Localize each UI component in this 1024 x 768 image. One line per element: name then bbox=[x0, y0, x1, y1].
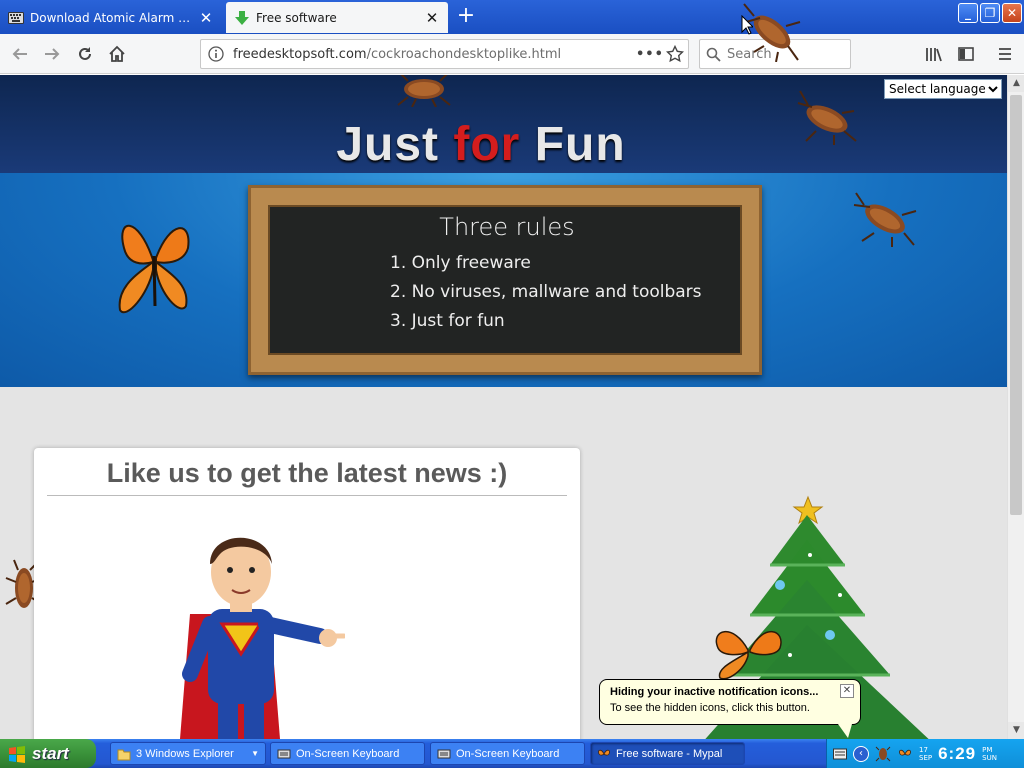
taskbar-item-label: 3 Windows Explorer bbox=[136, 747, 234, 760]
show-hidden-icons-button[interactable]: ‹ bbox=[853, 745, 869, 762]
taskbar: start 3 Windows Explorer ▼ On-Screen Key… bbox=[0, 739, 1024, 768]
back-arrow-icon bbox=[12, 48, 27, 60]
language-select[interactable]: Select language bbox=[884, 79, 1002, 99]
hamburger-menu-icon bbox=[999, 48, 1011, 60]
folder-icon bbox=[117, 749, 131, 760]
taskbar-item-free-software-mypal[interactable]: Free software - Mypal bbox=[590, 742, 745, 765]
taskbar-item-label: On-Screen Keyboard bbox=[456, 747, 560, 760]
keyboard-icon bbox=[8, 10, 24, 26]
scroll-down-icon[interactable]: ▼ bbox=[1008, 722, 1024, 739]
minimize-button[interactable]: _ bbox=[958, 3, 978, 23]
rules-list: 1. Only freeware 2. No viruses, mallware… bbox=[390, 249, 702, 336]
web-page: Just for Fun Select language Three rules… bbox=[0, 75, 1007, 739]
hero-title-word: Fun bbox=[534, 118, 626, 171]
mouse-cursor-icon bbox=[741, 15, 753, 35]
taskbar-item-onscreen-keyboard[interactable]: On-Screen Keyboard bbox=[270, 742, 425, 765]
navigation-bar: freedesktopsoft.com/cockroachondesktopli… bbox=[0, 34, 1024, 74]
news-title: Like us to get the latest news :) bbox=[47, 458, 567, 496]
url-path: /cockroachondesktoplike.html bbox=[366, 46, 562, 62]
balloon-text: To see the hidden icons, click this butt… bbox=[610, 702, 810, 714]
page-actions-button[interactable]: ••• bbox=[636, 47, 663, 62]
tab-atomic-alarm-clock[interactable]: Download Atomic Alarm Clock - Co ✕ bbox=[0, 2, 222, 33]
hero-title-word: Just bbox=[336, 118, 440, 171]
windows-logo-icon bbox=[9, 745, 25, 763]
clock-ampm-label: PM bbox=[982, 745, 993, 754]
taskbar-item-label: Free software - Mypal bbox=[616, 747, 723, 760]
clock-date: 17 SEP bbox=[919, 746, 932, 762]
tab-title: Free software bbox=[256, 10, 337, 25]
close-tab-icon[interactable]: ✕ bbox=[198, 10, 214, 26]
butterfly-image bbox=[715, 630, 782, 680]
clock-month: SEP bbox=[919, 753, 933, 762]
new-tab-button[interactable]: + bbox=[452, 4, 480, 30]
forward-button[interactable] bbox=[38, 40, 66, 68]
url-text[interactable]: freedesktopsoft.com/cockroachondesktopli… bbox=[233, 47, 636, 62]
bookmark-star-icon[interactable] bbox=[662, 45, 688, 63]
back-button[interactable] bbox=[6, 40, 34, 68]
reload-button[interactable] bbox=[71, 40, 99, 68]
download-arrow-icon bbox=[234, 10, 250, 26]
sidebar-button[interactable] bbox=[952, 40, 980, 68]
group-dropdown-icon: ▼ bbox=[251, 749, 259, 758]
vertical-scrollbar[interactable]: ▲ ▼ bbox=[1007, 75, 1024, 739]
scroll-thumb[interactable] bbox=[1010, 95, 1022, 515]
url-domain: freedesktopsoft.com bbox=[233, 46, 367, 62]
taskbar-item-onscreen-keyboard[interactable]: On-Screen Keyboard bbox=[430, 742, 585, 765]
sidebar-icon bbox=[958, 47, 974, 61]
start-button[interactable]: start bbox=[0, 739, 96, 768]
notification-balloon: Hiding your inactive notification icons.… bbox=[599, 679, 861, 725]
home-button[interactable] bbox=[103, 40, 131, 68]
info-icon[interactable] bbox=[207, 45, 225, 63]
cockroach-image bbox=[853, 192, 917, 247]
tab-free-software[interactable]: Free software ✕ bbox=[226, 2, 448, 33]
keyboard-icon bbox=[437, 749, 451, 758]
chalkboard-surface: Three rules 1. Only freeware 2. No virus… bbox=[268, 205, 742, 355]
library-button[interactable] bbox=[920, 40, 948, 68]
rule-item: 1. Only freeware bbox=[390, 253, 531, 273]
keyboard-icon[interactable] bbox=[833, 748, 847, 760]
reload-icon bbox=[79, 47, 91, 60]
restore-button[interactable]: ❐ bbox=[980, 3, 1000, 23]
clock-time[interactable]: 6:29 bbox=[938, 744, 976, 764]
close-tab-icon[interactable]: ✕ bbox=[424, 10, 440, 26]
tab-bar: Download Atomic Alarm Clock - Co ✕ Free … bbox=[0, 0, 1024, 34]
home-icon bbox=[109, 45, 125, 62]
tab-title: Download Atomic Alarm Clock - Co bbox=[30, 10, 198, 25]
keyboard-icon bbox=[277, 749, 291, 758]
hero-title-word: for bbox=[453, 118, 521, 171]
search-icon bbox=[706, 47, 721, 62]
taskbar-item-windows-explorer[interactable]: 3 Windows Explorer ▼ bbox=[110, 742, 266, 765]
balloon-close-button[interactable]: ✕ bbox=[840, 684, 854, 698]
butterfly-icon[interactable] bbox=[897, 746, 913, 762]
library-icon bbox=[926, 48, 942, 62]
balloon-title: Hiding your inactive notification icons.… bbox=[610, 686, 819, 698]
chalkboard: Three rules 1. Only freeware 2. No virus… bbox=[248, 185, 762, 375]
balloon-tail bbox=[838, 724, 852, 738]
window-controls: _ ❐ ✕ bbox=[958, 3, 1022, 23]
superhero-illustration bbox=[180, 537, 345, 739]
rule-item: 3. Just for fun bbox=[390, 311, 505, 331]
menu-button[interactable] bbox=[991, 40, 1019, 68]
butterfly-icon bbox=[598, 749, 610, 756]
system-tray: ‹ 17 SEP 6:29 PM SUN bbox=[826, 739, 1024, 768]
clock-day: 17 bbox=[919, 745, 928, 754]
cockroach-icon[interactable] bbox=[875, 746, 891, 762]
rule-item: 2. No viruses, mallware and toolbars bbox=[390, 282, 702, 302]
clock-ampm: PM SUN bbox=[982, 746, 997, 762]
start-label: start bbox=[32, 743, 69, 763]
cockroach-image bbox=[797, 90, 857, 145]
forward-arrow-icon bbox=[45, 48, 60, 60]
clock-weekday: SUN bbox=[982, 753, 997, 762]
cockroach-image bbox=[397, 75, 451, 107]
scroll-up-icon[interactable]: ▲ bbox=[1008, 75, 1024, 92]
taskbar-item-label: On-Screen Keyboard bbox=[296, 747, 400, 760]
address-bar[interactable]: freedesktopsoft.com/cockroachondesktopli… bbox=[200, 39, 689, 69]
close-window-button[interactable]: ✕ bbox=[1002, 3, 1022, 23]
chalkboard-title: Three rules bbox=[439, 213, 575, 241]
butterfly-image bbox=[118, 224, 190, 314]
